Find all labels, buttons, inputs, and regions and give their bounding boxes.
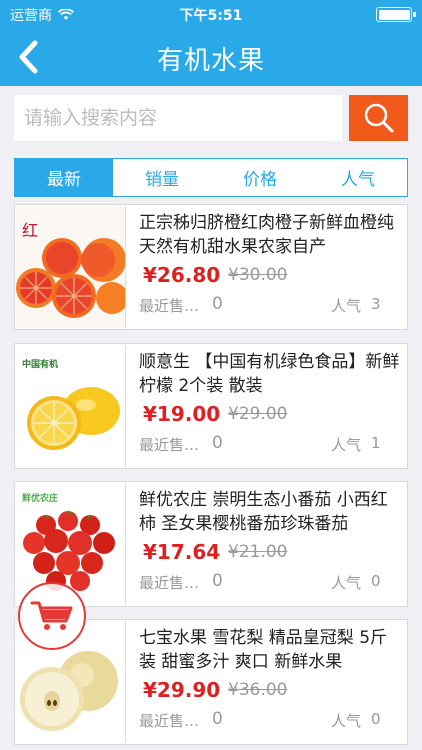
product-original-price: ¥30.00 bbox=[228, 265, 288, 285]
search-icon bbox=[364, 103, 393, 133]
recent-sales-label: 最近售… bbox=[139, 297, 200, 315]
popularity-value: 1 bbox=[371, 434, 381, 452]
product-title: 顺意生 【中国有机绿色食品】新鲜柠檬 2个装 散装 bbox=[139, 352, 400, 396]
recent-sales-label: 最近售… bbox=[139, 436, 200, 454]
product-image: 红 bbox=[16, 206, 126, 328]
popularity-value: 3 bbox=[371, 295, 381, 313]
image-label: 中国有机 bbox=[22, 358, 58, 370]
search-input[interactable]: 请输入搜索内容 bbox=[14, 95, 342, 141]
search-bar: 请输入搜索内容 bbox=[0, 86, 422, 150]
search-button[interactable] bbox=[349, 95, 408, 141]
product-card[interactable]: 鲜优农庄 鲜优农庄 崇明生态小番茄 小西红柿 圣女果樱桃番茄珍珠番茄 ¥17.6… bbox=[14, 481, 408, 607]
recent-sales-value: 0 bbox=[212, 294, 223, 314]
cart-button[interactable] bbox=[18, 582, 86, 650]
product-title: 鲜优农庄 崇明生态小番茄 小西红柿 圣女果樱桃番茄珍珠番茄 bbox=[139, 490, 388, 534]
status-time: 下午5:51 bbox=[179, 8, 243, 24]
product-card[interactable]: 红 正宗秭归脐橙红肉橙子新鲜血橙纯天然有机甜水果农家自产 ¥26.80 ¥30.… bbox=[14, 204, 408, 330]
product-original-price: ¥29.00 bbox=[228, 404, 288, 424]
tab-latest[interactable]: 最新 bbox=[15, 159, 113, 196]
product-title: 七宝水果 雪花梨 精品皇冠梨 5斤装 甜蜜多汁 爽口 新鲜水果 bbox=[139, 628, 388, 672]
product-original-price: ¥36.00 bbox=[228, 680, 288, 700]
popularity-label: 人气 bbox=[331, 436, 362, 454]
popularity-value: 0 bbox=[371, 710, 381, 728]
recent-sales-value: 0 bbox=[212, 571, 223, 591]
product-price: ¥29.90 bbox=[143, 678, 221, 702]
tab-sales[interactable]: 销量 bbox=[113, 159, 211, 196]
status-bar: 运营商 下午5:51 bbox=[0, 0, 422, 28]
popularity-label: 人气 bbox=[331, 712, 362, 730]
product-price: ¥26.80 bbox=[143, 263, 221, 287]
recent-sales-value: 0 bbox=[212, 433, 223, 453]
product-image: 中国有机 bbox=[16, 345, 126, 467]
product-price: ¥17.64 bbox=[143, 540, 221, 564]
page-title: 有机水果 bbox=[156, 46, 265, 76]
popularity-value: 0 bbox=[371, 572, 381, 590]
tab-price[interactable]: 价格 bbox=[211, 159, 309, 196]
tab-popularity[interactable]: 人气 bbox=[309, 159, 407, 196]
battery-icon bbox=[376, 7, 416, 22]
product-price: ¥19.00 bbox=[143, 402, 221, 426]
product-original-price: ¥21.00 bbox=[228, 542, 288, 562]
sort-tabs: 最新 销量 价格 人气 bbox=[14, 158, 408, 197]
cart-icon bbox=[30, 601, 73, 630]
popularity-label: 人气 bbox=[331, 574, 362, 592]
recent-sales-value: 0 bbox=[212, 709, 223, 729]
recent-sales-label: 最近售… bbox=[139, 574, 200, 592]
image-label: 红 bbox=[22, 221, 38, 240]
product-card[interactable]: 中国有机 顺意生 【中国有机绿色食品】新鲜柠檬 2个装 散装 ¥19.00 ¥2… bbox=[14, 343, 408, 469]
popularity-label: 人气 bbox=[331, 297, 362, 315]
image-label: 鲜优农庄 bbox=[22, 492, 58, 504]
product-title: 正宗秭归脐橙红肉橙子新鲜血橙纯天然有机甜水果农家自产 bbox=[139, 213, 394, 257]
nav-bar: 有机水果 bbox=[0, 28, 422, 86]
recent-sales-label: 最近售… bbox=[139, 712, 200, 730]
